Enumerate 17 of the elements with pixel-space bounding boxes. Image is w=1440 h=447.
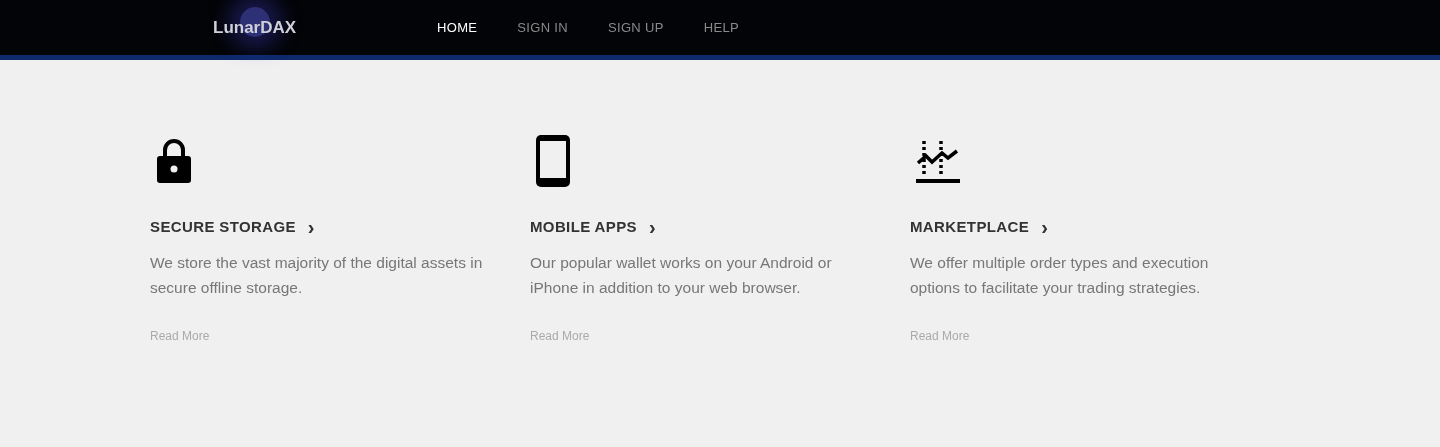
- logo[interactable]: LunarDAX: [213, 14, 297, 41]
- nav-link[interactable]: SIGN UP: [608, 17, 664, 38]
- chevron-icon[interactable]: ›: [648, 217, 656, 237]
- feature-title: MARKETPLACE: [910, 216, 1030, 237]
- feature-description: We offer multiple order types and execution options to facilitate your trading strategies.: [910, 253, 1210, 298]
- phone-icon: [536, 135, 570, 187]
- feature-title: SECURE STORAGE: [150, 216, 296, 237]
- lock-icon: [156, 138, 192, 184]
- chevron-icon[interactable]: ›: [307, 217, 315, 237]
- nav-link[interactable]: HOME: [437, 17, 478, 38]
- feature-title: MOBILE APPS: [530, 216, 637, 237]
- nav-link[interactable]: HELP: [703, 17, 739, 38]
- feature-description: Our popular wallet works on your Android or iPhone in addition to your web browser.: [530, 253, 833, 298]
- nav-link[interactable]: SIGN IN: [517, 17, 568, 38]
- feature-description: We store the vast majority of the digital assets in secure offline storage.: [150, 253, 484, 298]
- chart-icon: [916, 139, 960, 183]
- chevron-icon[interactable]: ›: [1041, 217, 1048, 237]
